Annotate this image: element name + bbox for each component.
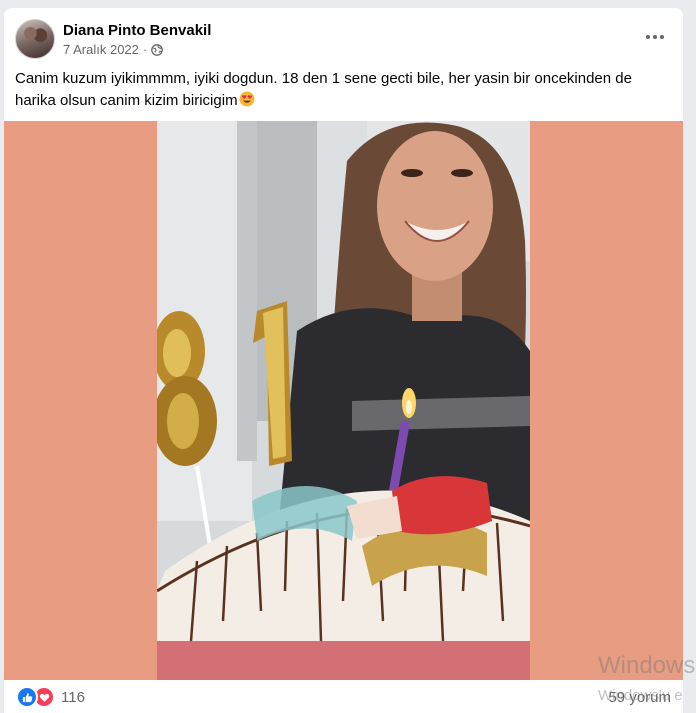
post-photo[interactable]	[157, 121, 530, 680]
post-date[interactable]: 7 Aralık 2022	[63, 42, 139, 57]
avatar[interactable]	[15, 19, 55, 59]
post-footer: 116 59 yorum	[4, 680, 683, 713]
post-caption: Canim kuzum iyikimmmm, iyiki dogdun. 18 …	[15, 68, 665, 112]
dot	[660, 35, 664, 39]
post-photo-container[interactable]	[4, 121, 683, 680]
post-card: Diana Pinto Benvakil 7 Aralık 2022 · Can…	[4, 8, 683, 713]
reactions-summary[interactable]: 116	[16, 686, 85, 708]
heart-eyes-emoji-icon	[239, 91, 255, 107]
like-icon	[16, 686, 38, 708]
post-header: Diana Pinto Benvakil 7 Aralık 2022 ·	[4, 8, 683, 68]
meta-separator: ·	[142, 42, 148, 57]
caption-text: Canim kuzum iyikimmmm, iyiki dogdun. 18 …	[15, 70, 632, 109]
post-meta: 7 Aralık 2022 ·	[63, 42, 164, 57]
watermark-line1: Windows	[598, 652, 696, 679]
more-dots-icon[interactable]	[641, 25, 669, 49]
author-name[interactable]: Diana Pinto Benvakil	[63, 22, 211, 39]
dot	[646, 35, 650, 39]
windows-activation-watermark: Windows Windows'u e	[598, 652, 696, 713]
globe-icon[interactable]	[151, 43, 164, 56]
birthday-photo-illustration	[157, 121, 530, 680]
dot	[653, 35, 657, 39]
reaction-count[interactable]: 116	[61, 689, 85, 706]
watermark-line2: Windows'u e	[598, 687, 683, 704]
